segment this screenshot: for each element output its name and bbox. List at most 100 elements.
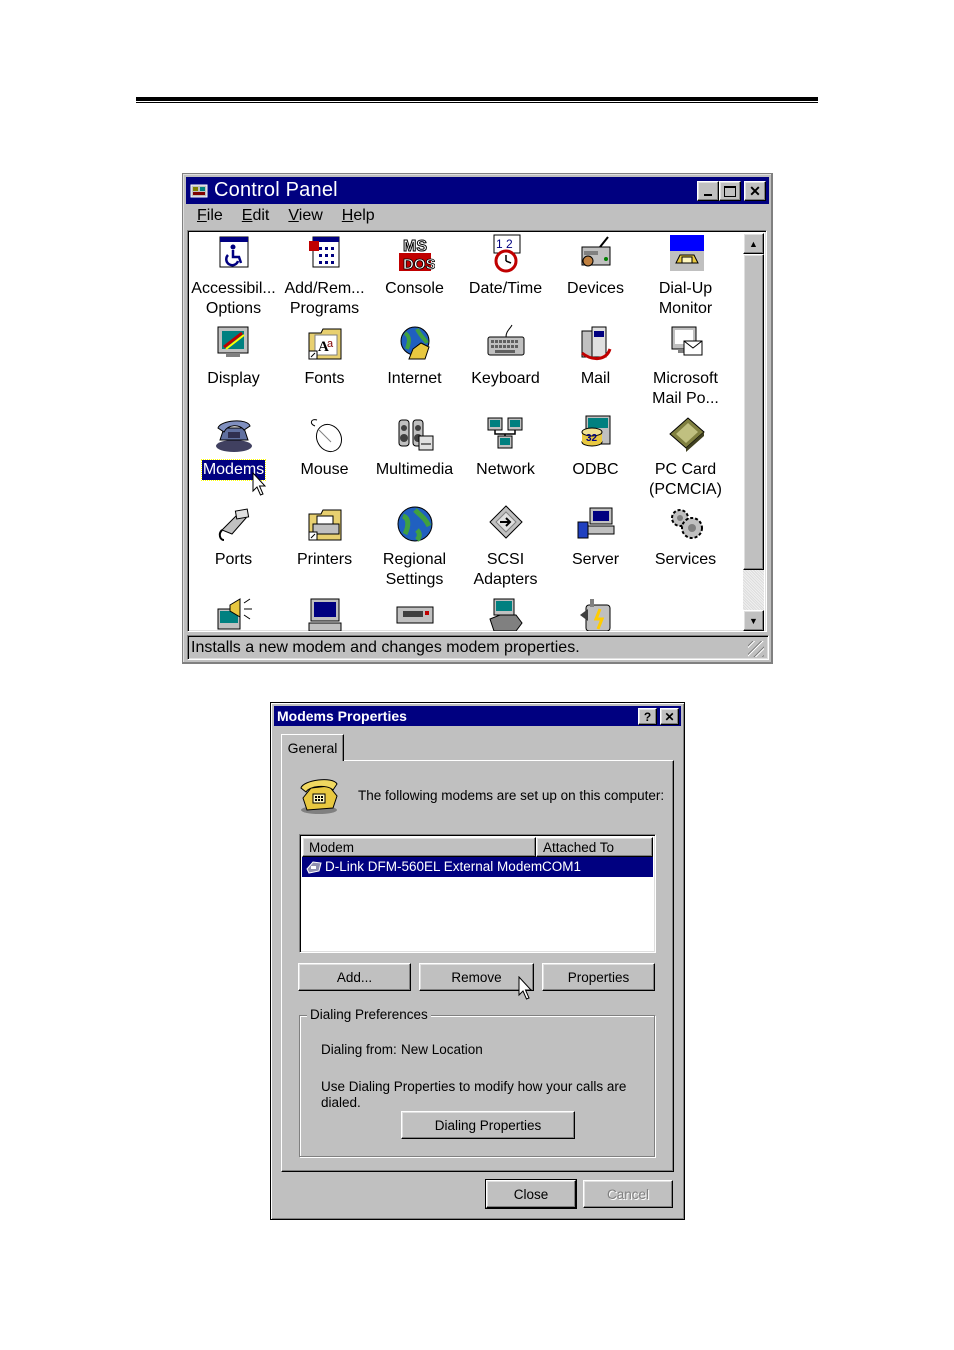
dialog-titlebar[interactable]: Modems Properties ? ✕ — [274, 706, 681, 726]
scroll-thumb[interactable] — [743, 254, 764, 570]
column-header-modem[interactable]: Modem — [302, 837, 536, 857]
modem-list[interactable]: Modem Attached To D-Link DFM-560EL Exter… — [299, 834, 656, 953]
control-panel-item-label: Services — [654, 551, 717, 568]
control-panel-item-sounds[interactable] — [188, 595, 279, 631]
tab-general[interactable]: General — [281, 734, 344, 761]
close-button[interactable]: ✕ — [744, 181, 766, 201]
modem-icon — [306, 861, 322, 874]
control-panel-item-pc-card[interactable]: PC Card (PCMCIA) — [640, 414, 731, 500]
control-panel-item-mouse[interactable]: Mouse — [279, 414, 370, 480]
fonts-icon: Aa — [305, 323, 345, 363]
scroll-up-button[interactable]: ▲ — [743, 233, 764, 254]
column-header-attached-to[interactable]: Attached To — [536, 837, 653, 857]
vertical-scrollbar[interactable]: ▲ ▼ — [743, 233, 764, 631]
control-panel-item-label: Regional Settings — [382, 551, 447, 588]
control-panel-item-scsi-adapters[interactable]: SCSI Adapters — [460, 504, 551, 590]
control-panel-item-console[interactable]: MS DOS Console — [369, 233, 460, 299]
control-panel-item-server[interactable]: Server — [550, 504, 641, 570]
menu-edit[interactable]: Edit — [242, 207, 270, 225]
control-panel-item-microsoft-mail[interactable]: Microsoft Mail Po... — [640, 323, 731, 409]
menu-file[interactable]: File — [197, 207, 223, 225]
control-panel-item-telephony[interactable] — [460, 595, 551, 631]
control-panel-item-dial-up-monitor[interactable]: Dial-Up Monitor — [640, 233, 731, 319]
odbc-icon: 32 — [576, 414, 616, 454]
keyboard-icon — [486, 323, 526, 363]
control-panel-item-ups[interactable] — [550, 595, 641, 631]
control-panel-titlebar[interactable]: Control Panel ✕ — [186, 177, 769, 204]
help-button[interactable]: ? — [638, 708, 657, 725]
svg-text:2: 2 — [506, 237, 513, 251]
control-panel-item-add-remove-programs[interactable]: Add/Rem... Programs — [279, 233, 370, 319]
control-panel-item-mail[interactable]: Mail — [550, 323, 641, 389]
control-panel-app-icon[interactable] — [190, 183, 208, 199]
dialing-hint-text-2: dialed. — [321, 1095, 361, 1110]
menu-view[interactable]: View — [288, 207, 322, 225]
svg-text:MS: MS — [403, 238, 427, 255]
dialog-close-button[interactable]: ✕ — [660, 708, 679, 725]
control-panel-item-date-time[interactable]: 1 2 Date/Time — [460, 233, 551, 299]
help-icon: ? — [643, 709, 652, 724]
control-panel-item-label: Display — [207, 370, 260, 387]
ups-icon — [576, 595, 616, 631]
status-text: Installs a new modem and changes modem p… — [191, 638, 580, 656]
add-button-label: Add... — [336, 969, 373, 985]
control-panel-item-label: Add/Rem... Programs — [284, 280, 365, 317]
control-panel-item-label: Date/Time — [468, 280, 543, 297]
multimedia-icon — [395, 414, 435, 454]
control-panel-item-tape-devices[interactable] — [369, 595, 460, 631]
resize-grip-icon[interactable] — [748, 641, 764, 657]
sounds-icon — [214, 595, 254, 631]
control-panel-item-accessibility[interactable]: Accessibil... Options — [188, 233, 279, 319]
close-icon: ✕ — [749, 182, 761, 199]
accessibility-icon — [214, 233, 254, 273]
control-panel-item-multimedia[interactable]: Multimedia — [369, 414, 460, 480]
control-panel-item-printers[interactable]: Printers — [279, 504, 370, 570]
control-panel-item-label: PC Card (PCMCIA) — [649, 461, 722, 498]
properties-button[interactable]: Properties — [542, 963, 655, 991]
control-panel-item-keyboard[interactable]: Keyboard — [460, 323, 551, 389]
control-panel-item-modems[interactable]: Modems — [188, 414, 279, 481]
add-remove-programs-icon — [305, 233, 345, 273]
control-panel-item-label: Network — [476, 461, 535, 478]
control-panel-item-label: Server — [571, 551, 620, 568]
control-panel-item-network[interactable]: Network — [460, 414, 551, 480]
cancel-button[interactable]: Cancel — [583, 1180, 673, 1208]
control-panel-item-label: Dial-Up Monitor — [658, 280, 713, 317]
system-icon — [305, 595, 345, 631]
tape-devices-icon — [395, 595, 435, 631]
control-panel-item-label: SCSI Adapters — [473, 551, 538, 588]
control-panel-item-display[interactable]: Display — [188, 323, 279, 389]
table-row[interactable]: D-Link DFM-560EL External Modem COM1 — [302, 857, 653, 877]
close-dialog-button-label: Close — [513, 1186, 549, 1202]
ports-icon — [214, 504, 254, 544]
add-button[interactable]: Add... — [298, 963, 411, 991]
minimize-button[interactable] — [697, 181, 719, 201]
svg-text:32: 32 — [586, 433, 598, 444]
internet-icon — [395, 323, 435, 363]
icon-view: Accessibil... Options Add/Rem... Programs… — [187, 230, 767, 632]
dialing-properties-button[interactable]: Dialing Properties — [401, 1111, 575, 1139]
control-panel-item-services[interactable]: Services — [640, 504, 731, 570]
maximize-button[interactable] — [719, 181, 741, 201]
control-panel-item-ports[interactable]: Ports — [188, 504, 279, 570]
control-panel-item-devices[interactable]: Devices — [550, 233, 641, 299]
cancel-button-label: Cancel — [606, 1186, 650, 1202]
control-panel-item-internet[interactable]: Internet — [369, 323, 460, 389]
control-panel-item-regional-settings[interactable]: Regional Settings — [369, 504, 460, 590]
dialing-from-label: Dialing from: — [321, 1042, 397, 1057]
control-panel-item-system[interactable] — [279, 595, 370, 631]
remove-button[interactable]: Remove — [419, 963, 534, 991]
mouse-icon — [305, 414, 345, 454]
menu-help[interactable]: Help — [342, 207, 375, 225]
menu-bar: File Edit View Help — [186, 205, 769, 227]
control-panel-item-fonts[interactable]: Aa Fonts — [279, 323, 370, 389]
network-icon — [486, 414, 526, 454]
control-panel-item-odbc[interactable]: 32 ODBC — [550, 414, 641, 480]
close-dialog-button[interactable]: Close — [485, 1179, 577, 1209]
svg-text:1: 1 — [496, 237, 503, 251]
modems-icon — [214, 414, 254, 454]
scroll-down-button[interactable]: ▼ — [743, 610, 764, 631]
pc-card-icon — [666, 414, 706, 454]
control-panel-item-label: ODBC — [572, 461, 619, 478]
modem-name: D-Link DFM-560EL External Modem — [325, 859, 543, 874]
